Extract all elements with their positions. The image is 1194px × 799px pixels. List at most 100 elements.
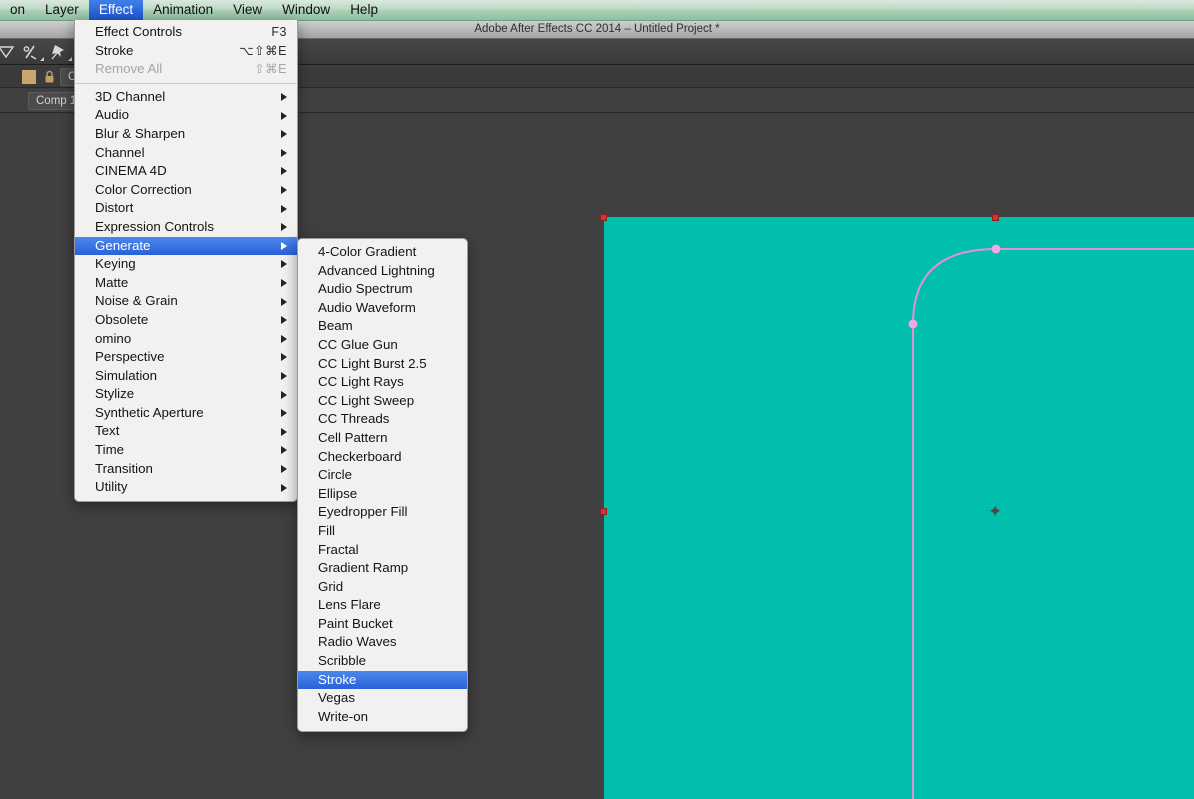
menu-item-label: Stylize: [95, 385, 273, 404]
layer-color-swatch[interactable]: [22, 70, 36, 84]
effect-menu-item-generate[interactable]: Generate: [75, 237, 297, 256]
menu-item-label: Remove All: [95, 60, 254, 79]
effect-menu-item-stylize[interactable]: Stylize: [75, 385, 297, 404]
menu-item-label: Noise & Grain: [95, 292, 273, 311]
generate-submenu-item-ellipse[interactable]: Ellipse: [298, 485, 467, 504]
menu-item-label: Grid: [318, 578, 459, 597]
menu-item-label: CC Threads: [318, 410, 459, 429]
menubar-item-view[interactable]: View: [223, 0, 272, 21]
effect-menu-item-matte[interactable]: Matte: [75, 274, 297, 293]
pin-tool-icon[interactable]: [48, 42, 74, 62]
effect-menu-item-obsolete[interactable]: Obsolete: [75, 311, 297, 330]
menu-item-label: Cell Pattern: [318, 429, 459, 448]
submenu-arrow-icon: [281, 130, 287, 138]
generate-submenu-item-vegas[interactable]: Vegas: [298, 689, 467, 708]
effect-menu-item-time[interactable]: Time: [75, 441, 297, 460]
generate-submenu-item-cc-threads[interactable]: CC Threads: [298, 410, 467, 429]
effect-menu-item-perspective[interactable]: Perspective: [75, 348, 297, 367]
menubar-item-effect[interactable]: Effect: [89, 0, 143, 21]
menu-item-label: Audio: [95, 106, 273, 125]
submenu-arrow-icon: [281, 260, 287, 268]
generate-submenu-item-scribble[interactable]: Scribble: [298, 652, 467, 671]
menubar-item-window[interactable]: Window: [272, 0, 340, 21]
puppet-pin-tool-icon[interactable]: [20, 42, 46, 62]
app-window: ✦ @AfterEffects 资源库 weibo.com/u/ 48 www.…: [0, 0, 1194, 799]
generate-submenu-item-stroke[interactable]: Stroke: [298, 671, 467, 690]
menubar-item-on[interactable]: on: [0, 0, 35, 21]
submenu-arrow-icon: [281, 353, 287, 361]
effect-dropdown-menu[interactable]: Effect ControlsF3Stroke⌥⇧⌘ERemove All⇧⌘E…: [74, 20, 298, 502]
generate-submenu-item-4-color-gradient[interactable]: 4-Color Gradient: [298, 243, 467, 262]
generate-submenu-item-paint-bucket[interactable]: Paint Bucket: [298, 615, 467, 634]
effect-menu-item-noise-grain[interactable]: Noise & Grain: [75, 292, 297, 311]
menu-item-shortcut: ⌥⇧⌘E: [239, 42, 287, 61]
rotation-tool-icon[interactable]: [0, 42, 22, 62]
generate-submenu-item-fractal[interactable]: Fractal: [298, 541, 467, 560]
submenu-arrow-icon: [281, 223, 287, 231]
effect-menu-item-audio[interactable]: Audio: [75, 106, 297, 125]
generate-submenu-item-cc-glue-gun[interactable]: CC Glue Gun: [298, 336, 467, 355]
submenu-arrow-icon: [281, 298, 287, 306]
effect-menu-item-expression-controls[interactable]: Expression Controls: [75, 218, 297, 237]
menu-item-label: Blur & Sharpen: [95, 125, 273, 144]
generate-submenu-item-advanced-lightning[interactable]: Advanced Lightning: [298, 262, 467, 281]
generate-submenu-item-grid[interactable]: Grid: [298, 578, 467, 597]
menu-item-shortcut: ⇧⌘E: [254, 60, 287, 79]
menubar-item-help[interactable]: Help: [340, 0, 388, 21]
effect-menu-item-transition[interactable]: Transition: [75, 460, 297, 479]
generate-submenu-item-audio-spectrum[interactable]: Audio Spectrum: [298, 280, 467, 299]
menu-item-label: Stroke: [95, 42, 239, 61]
effect-menu-item-effect-controls[interactable]: Effect ControlsF3: [75, 23, 297, 42]
effect-menu-item-synthetic-aperture[interactable]: Synthetic Aperture: [75, 404, 297, 423]
tool-flyout-corner-icon-2[interactable]: [68, 57, 72, 61]
effect-menu-item-keying[interactable]: Keying: [75, 255, 297, 274]
generate-submenu-item-eyedropper-fill[interactable]: Eyedropper Fill: [298, 503, 467, 522]
menu-item-label: CC Light Sweep: [318, 392, 459, 411]
effect-menu-item-blur-sharpen[interactable]: Blur & Sharpen: [75, 125, 297, 144]
anchor-point-icon[interactable]: ✦: [988, 503, 1002, 520]
effect-menu-item-distort[interactable]: Distort: [75, 199, 297, 218]
menu-item-label: Write-on: [318, 708, 459, 727]
menu-item-label: Checkerboard: [318, 448, 459, 467]
effect-menu-item-stroke[interactable]: Stroke⌥⇧⌘E: [75, 42, 297, 61]
effect-menu-item-3d-channel[interactable]: 3D Channel: [75, 88, 297, 107]
generate-submenu-item-gradient-ramp[interactable]: Gradient Ramp: [298, 559, 467, 578]
menu-item-label: Effect Controls: [95, 23, 271, 42]
menu-item-label: Circle: [318, 466, 459, 485]
menubar-item-layer[interactable]: Layer: [35, 0, 89, 21]
submenu-arrow-icon: [281, 391, 287, 399]
generate-submenu-item-audio-waveform[interactable]: Audio Waveform: [298, 299, 467, 318]
effect-menu-item-utility[interactable]: Utility: [75, 478, 297, 497]
selection-handle-top-right[interactable]: [992, 214, 999, 221]
generate-submenu-item-lens-flare[interactable]: Lens Flare: [298, 596, 467, 615]
generate-submenu-item-fill[interactable]: Fill: [298, 522, 467, 541]
menu-item-label: Time: [95, 441, 273, 460]
submenu-arrow-icon: [281, 465, 287, 473]
effect-menu-item-remove-all: Remove All⇧⌘E: [75, 60, 297, 79]
generate-submenu-item-checkerboard[interactable]: Checkerboard: [298, 448, 467, 467]
selection-handle-mid-left[interactable]: [600, 508, 607, 515]
effect-menu-item-color-correction[interactable]: Color Correction: [75, 181, 297, 200]
generate-submenu-item-cell-pattern[interactable]: Cell Pattern: [298, 429, 467, 448]
generate-submenu-item-write-on[interactable]: Write-on: [298, 708, 467, 727]
tool-flyout-corner-icon[interactable]: [40, 57, 44, 61]
submenu-arrow-icon: [281, 409, 287, 417]
effect-menu-item-text[interactable]: Text: [75, 422, 297, 441]
effect-menu-item-cinema-4d[interactable]: CINEMA 4D: [75, 162, 297, 181]
effect-menu-item-omino[interactable]: omino: [75, 330, 297, 349]
generate-submenu-item-circle[interactable]: Circle: [298, 466, 467, 485]
generate-submenu-item-radio-waves[interactable]: Radio Waves: [298, 633, 467, 652]
menu-item-label: Text: [95, 422, 273, 441]
lock-icon[interactable]: [44, 70, 55, 84]
menubar-item-animation[interactable]: Animation: [143, 0, 223, 21]
generate-submenu[interactable]: 4-Color GradientAdvanced LightningAudio …: [297, 238, 468, 732]
generate-submenu-item-beam[interactable]: Beam: [298, 317, 467, 336]
effect-menu-item-simulation[interactable]: Simulation: [75, 367, 297, 386]
generate-submenu-item-cc-light-rays[interactable]: CC Light Rays: [298, 373, 467, 392]
menu-item-label: Simulation: [95, 367, 273, 386]
generate-submenu-item-cc-light-sweep[interactable]: CC Light Sweep: [298, 392, 467, 411]
menu-item-label: Keying: [95, 255, 273, 274]
selection-handle-top-left[interactable]: [600, 214, 607, 221]
generate-submenu-item-cc-light-burst-2.5[interactable]: CC Light Burst 2.5: [298, 355, 467, 374]
effect-menu-item-channel[interactable]: Channel: [75, 144, 297, 163]
